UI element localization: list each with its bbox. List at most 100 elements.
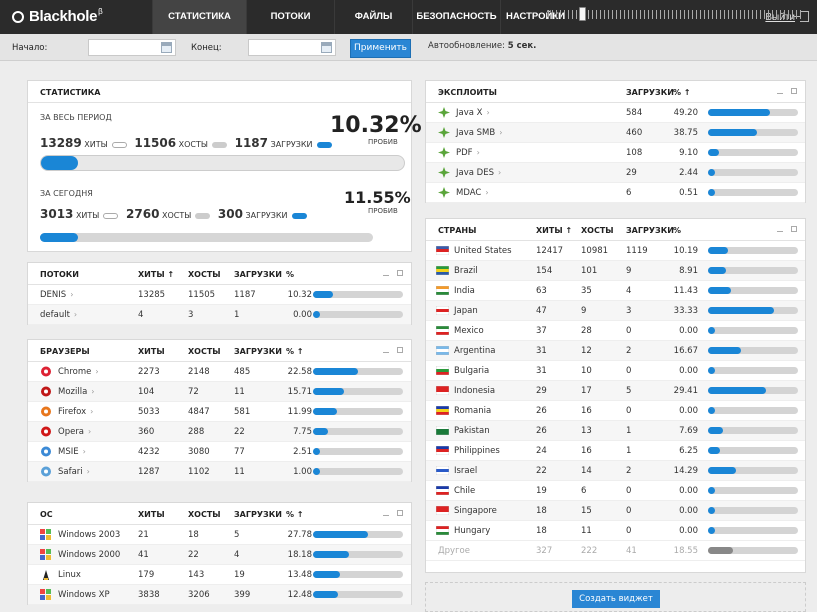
percent-bar-fill — [313, 291, 334, 298]
calendar-icon[interactable] — [161, 42, 172, 53]
column-header[interactable]: ХИТЫ — [138, 347, 165, 356]
chevron-right-icon[interactable]: › — [485, 188, 488, 197]
tab-security[interactable]: БЕЗОПАСНОСТЬ — [412, 0, 500, 34]
column-header[interactable]: ЗАГРУЗКИ — [626, 226, 674, 235]
hits-cell: 104 — [138, 387, 155, 397]
chevron-right-icon[interactable]: › — [88, 427, 91, 436]
country-name[interactable]: Japan — [454, 306, 478, 316]
percent-bar — [313, 428, 403, 435]
column-header[interactable]: ЗАГРУЗКИ — [234, 510, 282, 519]
hits-cell: 26 — [536, 406, 547, 416]
row-name[interactable]: Windows 2003 — [58, 530, 120, 540]
column-header[interactable]: ХОСТЫ — [188, 270, 221, 279]
country-name[interactable]: Другое — [438, 546, 470, 556]
column-header[interactable]: ХИТЫ ↑ — [138, 270, 174, 279]
chrome-icon — [40, 366, 52, 377]
app-logo[interactable]: Blackhole β — [12, 7, 103, 25]
column-header[interactable]: ЗАГРУЗКИ — [626, 88, 674, 97]
chevron-right-icon[interactable]: › — [477, 148, 480, 157]
row-name[interactable]: Safari › — [58, 467, 90, 477]
all-time-progress — [40, 155, 405, 171]
minimize-icon[interactable] — [777, 226, 783, 232]
all-loads-value: 1187 — [234, 136, 269, 150]
country-name[interactable]: United States — [454, 246, 512, 256]
row-name[interactable]: default › — [40, 310, 77, 320]
chevron-right-icon[interactable]: › — [498, 168, 501, 177]
country-name[interactable]: Argentina — [454, 346, 495, 356]
chevron-right-icon[interactable]: › — [499, 128, 502, 137]
chevron-right-icon[interactable]: › — [91, 387, 94, 396]
percent-bar-fill — [313, 468, 320, 475]
row-name[interactable]: Mozilla › — [58, 387, 95, 397]
percent-bar — [313, 551, 403, 558]
country-name[interactable]: India — [454, 286, 475, 296]
country-name[interactable]: Chile — [454, 486, 475, 496]
minimize-icon[interactable] — [383, 270, 389, 276]
column-header[interactable]: ХОСТЫ — [188, 510, 221, 519]
tab-streams[interactable]: ПОТОКИ — [246, 0, 334, 34]
country-name[interactable]: Singapore — [454, 506, 497, 516]
row-name[interactable]: DENIS › — [40, 290, 73, 300]
column-header[interactable]: % ↑ — [673, 88, 691, 97]
column-header[interactable]: ХОСТЫ — [581, 226, 614, 235]
maximize-icon[interactable] — [397, 347, 403, 353]
row-name[interactable]: Java X › — [456, 108, 490, 118]
country-name[interactable]: Indonesia — [454, 386, 495, 396]
column-header[interactable]: % ↑ — [286, 510, 304, 519]
row-name[interactable]: Opera › — [58, 427, 91, 437]
end-date-input[interactable] — [248, 39, 336, 56]
chevron-right-icon[interactable]: › — [486, 108, 489, 117]
maximize-icon[interactable] — [791, 88, 797, 94]
column-header[interactable]: ХИТЫ — [138, 510, 165, 519]
country-name[interactable]: Romania — [454, 406, 491, 416]
column-header[interactable]: % — [286, 270, 294, 279]
country-name[interactable]: Pakistan — [454, 426, 490, 436]
row-name[interactable]: Chrome › — [58, 367, 99, 377]
maximize-icon[interactable] — [397, 510, 403, 516]
country-name[interactable]: Mexico — [454, 326, 484, 336]
tab-statistics[interactable]: СТАТИСТИКА — [152, 0, 246, 34]
column-header[interactable]: % ↑ — [286, 347, 304, 356]
country-name[interactable]: Bulgaria — [454, 366, 489, 376]
percent-bar — [708, 189, 798, 196]
country-name[interactable]: Brazil — [454, 266, 478, 276]
row-name[interactable]: MSIE › — [58, 447, 86, 457]
row-name[interactable]: PDF › — [456, 148, 480, 158]
column-header[interactable]: ЗАГРУЗКИ — [234, 347, 282, 356]
apply-button[interactable]: Применить — [350, 39, 411, 58]
chevron-right-icon[interactable]: › — [95, 367, 98, 376]
maximize-icon[interactable] — [791, 226, 797, 232]
column-header[interactable]: ХОСТЫ — [188, 347, 221, 356]
row-name[interactable]: Windows 2000 — [58, 550, 120, 560]
auto-refresh-slider-track[interactable] — [548, 10, 803, 19]
auto-refresh-slider-handle[interactable] — [578, 7, 586, 21]
minimize-icon[interactable] — [383, 510, 389, 516]
country-name[interactable]: Israel — [454, 466, 477, 476]
chevron-right-icon[interactable]: › — [83, 447, 86, 456]
country-name[interactable]: Philippines — [454, 446, 500, 456]
chevron-right-icon[interactable]: › — [70, 290, 73, 299]
row-name[interactable]: Firefox › — [58, 407, 93, 417]
create-widget-button[interactable]: Создать виджет — [572, 590, 660, 608]
column-header[interactable]: % — [673, 226, 681, 235]
tab-files[interactable]: ФАЙЛЫ — [334, 0, 412, 34]
column-header[interactable]: ХИТЫ ↑ — [536, 226, 572, 235]
chevron-right-icon[interactable]: › — [87, 467, 90, 476]
row-name[interactable]: MDAC › — [456, 188, 489, 198]
loads-cell: 5 — [234, 530, 240, 540]
chevron-right-icon[interactable]: › — [74, 310, 77, 319]
row-name[interactable]: Java SMB › — [456, 128, 502, 138]
column-header[interactable]: ЗАГРУЗКИ — [234, 270, 282, 279]
country-name[interactable]: Hungary — [454, 526, 490, 536]
row-name[interactable]: Linux — [58, 570, 81, 580]
row-name[interactable]: Java DES › — [456, 168, 501, 178]
chevron-right-icon[interactable]: › — [90, 407, 93, 416]
maximize-icon[interactable] — [397, 270, 403, 276]
table-row: Chile 19 6 0 0.00 — [426, 481, 805, 501]
row-name[interactable]: Windows XP — [58, 590, 110, 600]
minimize-icon[interactable] — [383, 347, 389, 353]
percent-cell: 10.32 — [287, 290, 312, 300]
minimize-icon[interactable] — [777, 88, 783, 94]
start-date-input[interactable] — [88, 39, 176, 56]
calendar-icon[interactable] — [321, 42, 332, 53]
